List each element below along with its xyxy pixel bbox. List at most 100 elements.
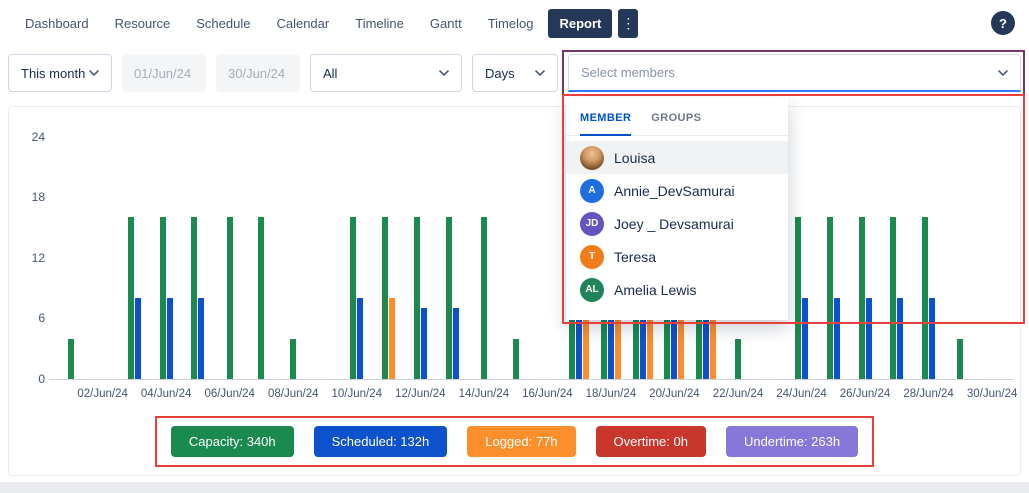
tab-gantt[interactable]: Gantt	[419, 9, 473, 38]
x-axis-label: 30/Jun/24	[959, 388, 1021, 400]
avatar-initials: T	[580, 245, 604, 269]
legend-undertime[interactable]: Undertime: 263h	[726, 426, 858, 457]
bar-capacity	[160, 217, 166, 379]
tab-timelog[interactable]: Timelog	[477, 9, 545, 38]
bar-capacity	[258, 217, 264, 379]
chevron-down-icon	[535, 70, 545, 76]
bar-scheduled	[834, 298, 840, 379]
x-axis-label: 14/Jun/24	[451, 388, 517, 400]
tab-timeline[interactable]: Timeline	[344, 9, 415, 38]
tab-member[interactable]: MEMBER	[580, 112, 631, 136]
avatar-photo	[580, 146, 604, 170]
x-axis-label: 16/Jun/24	[514, 388, 580, 400]
legend-logged[interactable]: Logged: 77h	[467, 426, 575, 457]
legend-scheduled[interactable]: Scheduled: 132h	[314, 426, 448, 457]
member-name: Teresa	[614, 249, 656, 265]
legend-capacity[interactable]: Capacity: 340h	[171, 426, 294, 457]
bar-capacity	[827, 217, 833, 379]
member-option-teresa[interactable]: T Teresa	[566, 240, 788, 273]
member-name: Joey _ Devsamurai	[614, 216, 734, 232]
period-select[interactable]: This month	[8, 54, 112, 92]
x-axis-label: 20/Jun/24	[641, 388, 707, 400]
bar-capacity	[859, 217, 865, 379]
y-axis-label: 0	[17, 372, 45, 386]
bar-scheduled	[453, 308, 459, 379]
bar-capacity	[227, 217, 233, 379]
x-axis-label: 12/Jun/24	[387, 388, 453, 400]
x-axis-label: 08/Jun/24	[260, 388, 326, 400]
bar-capacity	[350, 217, 356, 379]
scope-select[interactable]: All	[310, 54, 462, 92]
x-axis-label: 22/Jun/24	[705, 388, 771, 400]
member-name: Annie_DevSamurai	[614, 183, 735, 199]
avatar-initials: AL	[580, 278, 604, 302]
members-dropdown-panel: MEMBER GROUPS LouisaAAnnie_DevSamuraiJDJ…	[566, 98, 788, 320]
bar-scheduled	[167, 298, 173, 379]
legend-overtime[interactable]: Overtime: 0h	[596, 426, 706, 457]
legend-group: Capacity: 340h Scheduled: 132h Logged: 77h…	[155, 416, 874, 467]
chevron-down-icon	[439, 70, 449, 76]
chevron-down-icon	[89, 70, 99, 76]
tab-schedule[interactable]: Schedule	[185, 9, 261, 38]
tab-report[interactable]: Report	[548, 9, 612, 38]
member-list: Louisa A Annie_DevSamurai JD Joey _ Devsamur…	[566, 136, 788, 306]
bar-scheduled	[866, 298, 872, 379]
bar-scheduled	[929, 298, 935, 379]
members-select[interactable]: Select members	[568, 54, 1021, 92]
bar-logged	[389, 298, 395, 379]
bar-capacity	[957, 339, 963, 379]
avatar-initials: JD	[580, 212, 604, 236]
x-axis-line	[49, 379, 1014, 380]
y-axis-label: 12	[17, 251, 45, 265]
bar-capacity	[191, 217, 197, 379]
member-name: Amelia Lewis	[614, 282, 696, 298]
tab-resource[interactable]: Resource	[104, 9, 182, 38]
avatar-initials: A	[580, 179, 604, 203]
bar-capacity	[513, 339, 519, 379]
bar-capacity	[382, 217, 388, 379]
chart-card: 0612182402/Jun/2404/Jun/2406/Jun/2408/Ju…	[8, 106, 1021, 476]
member-option-joey-devsamurai[interactable]: JD Joey _ Devsamurai	[566, 207, 788, 240]
members-dropdown-tabs: MEMBER GROUPS	[566, 98, 788, 136]
tab-dashboard[interactable]: Dashboard	[14, 9, 100, 38]
x-axis-label: 06/Jun/24	[197, 388, 263, 400]
date-to-input[interactable]: 30/Jun/24	[216, 54, 300, 92]
chevron-down-icon	[998, 70, 1008, 76]
date-from-input[interactable]: 01/Jun/24	[122, 54, 206, 92]
x-axis-label: 18/Jun/24	[578, 388, 644, 400]
bar-capacity	[922, 217, 928, 379]
member-option-louisa[interactable]: Louisa	[566, 141, 788, 174]
bar-scheduled	[198, 298, 204, 379]
help-button[interactable]: ?	[991, 11, 1015, 35]
y-axis-label: 24	[17, 130, 45, 144]
members-placeholder: Select members	[581, 65, 675, 80]
nav-tabs: DashboardResourceScheduleCalendarTimelin…	[14, 9, 612, 38]
x-axis-label: 26/Jun/24	[832, 388, 898, 400]
bar-capacity	[735, 339, 741, 379]
bar-capacity	[290, 339, 296, 379]
filter-toolbar: This month 01/Jun/24 30/Jun/24 All Days …	[0, 46, 1029, 100]
period-value: This month	[21, 66, 85, 81]
tab-calendar[interactable]: Calendar	[265, 9, 340, 38]
bar-capacity	[890, 217, 896, 379]
unit-select[interactable]: Days	[472, 54, 558, 92]
bar-scheduled	[897, 298, 903, 379]
y-axis-label: 18	[17, 190, 45, 204]
x-axis-label: 24/Jun/24	[769, 388, 835, 400]
scope-value: All	[323, 66, 337, 81]
bar-scheduled	[135, 298, 141, 379]
y-axis-label: 6	[17, 311, 45, 325]
x-axis-label: 28/Jun/24	[896, 388, 962, 400]
x-axis-label: 02/Jun/24	[70, 388, 136, 400]
legend-wrap: Capacity: 340h Scheduled: 132h Logged: 77h…	[9, 416, 1020, 467]
bar-capacity	[128, 217, 134, 379]
bar-capacity	[795, 217, 801, 379]
bar-capacity	[446, 217, 452, 379]
member-option-amelia-lewis[interactable]: AL Amelia Lewis	[566, 273, 788, 306]
bar-scheduled	[357, 298, 363, 379]
more-options-button[interactable]: ⋮	[618, 9, 638, 38]
tab-groups[interactable]: GROUPS	[651, 112, 701, 135]
bottom-strip	[0, 482, 1029, 493]
bar-capacity	[414, 217, 420, 379]
member-option-annie-devsamurai[interactable]: A Annie_DevSamurai	[566, 174, 788, 207]
